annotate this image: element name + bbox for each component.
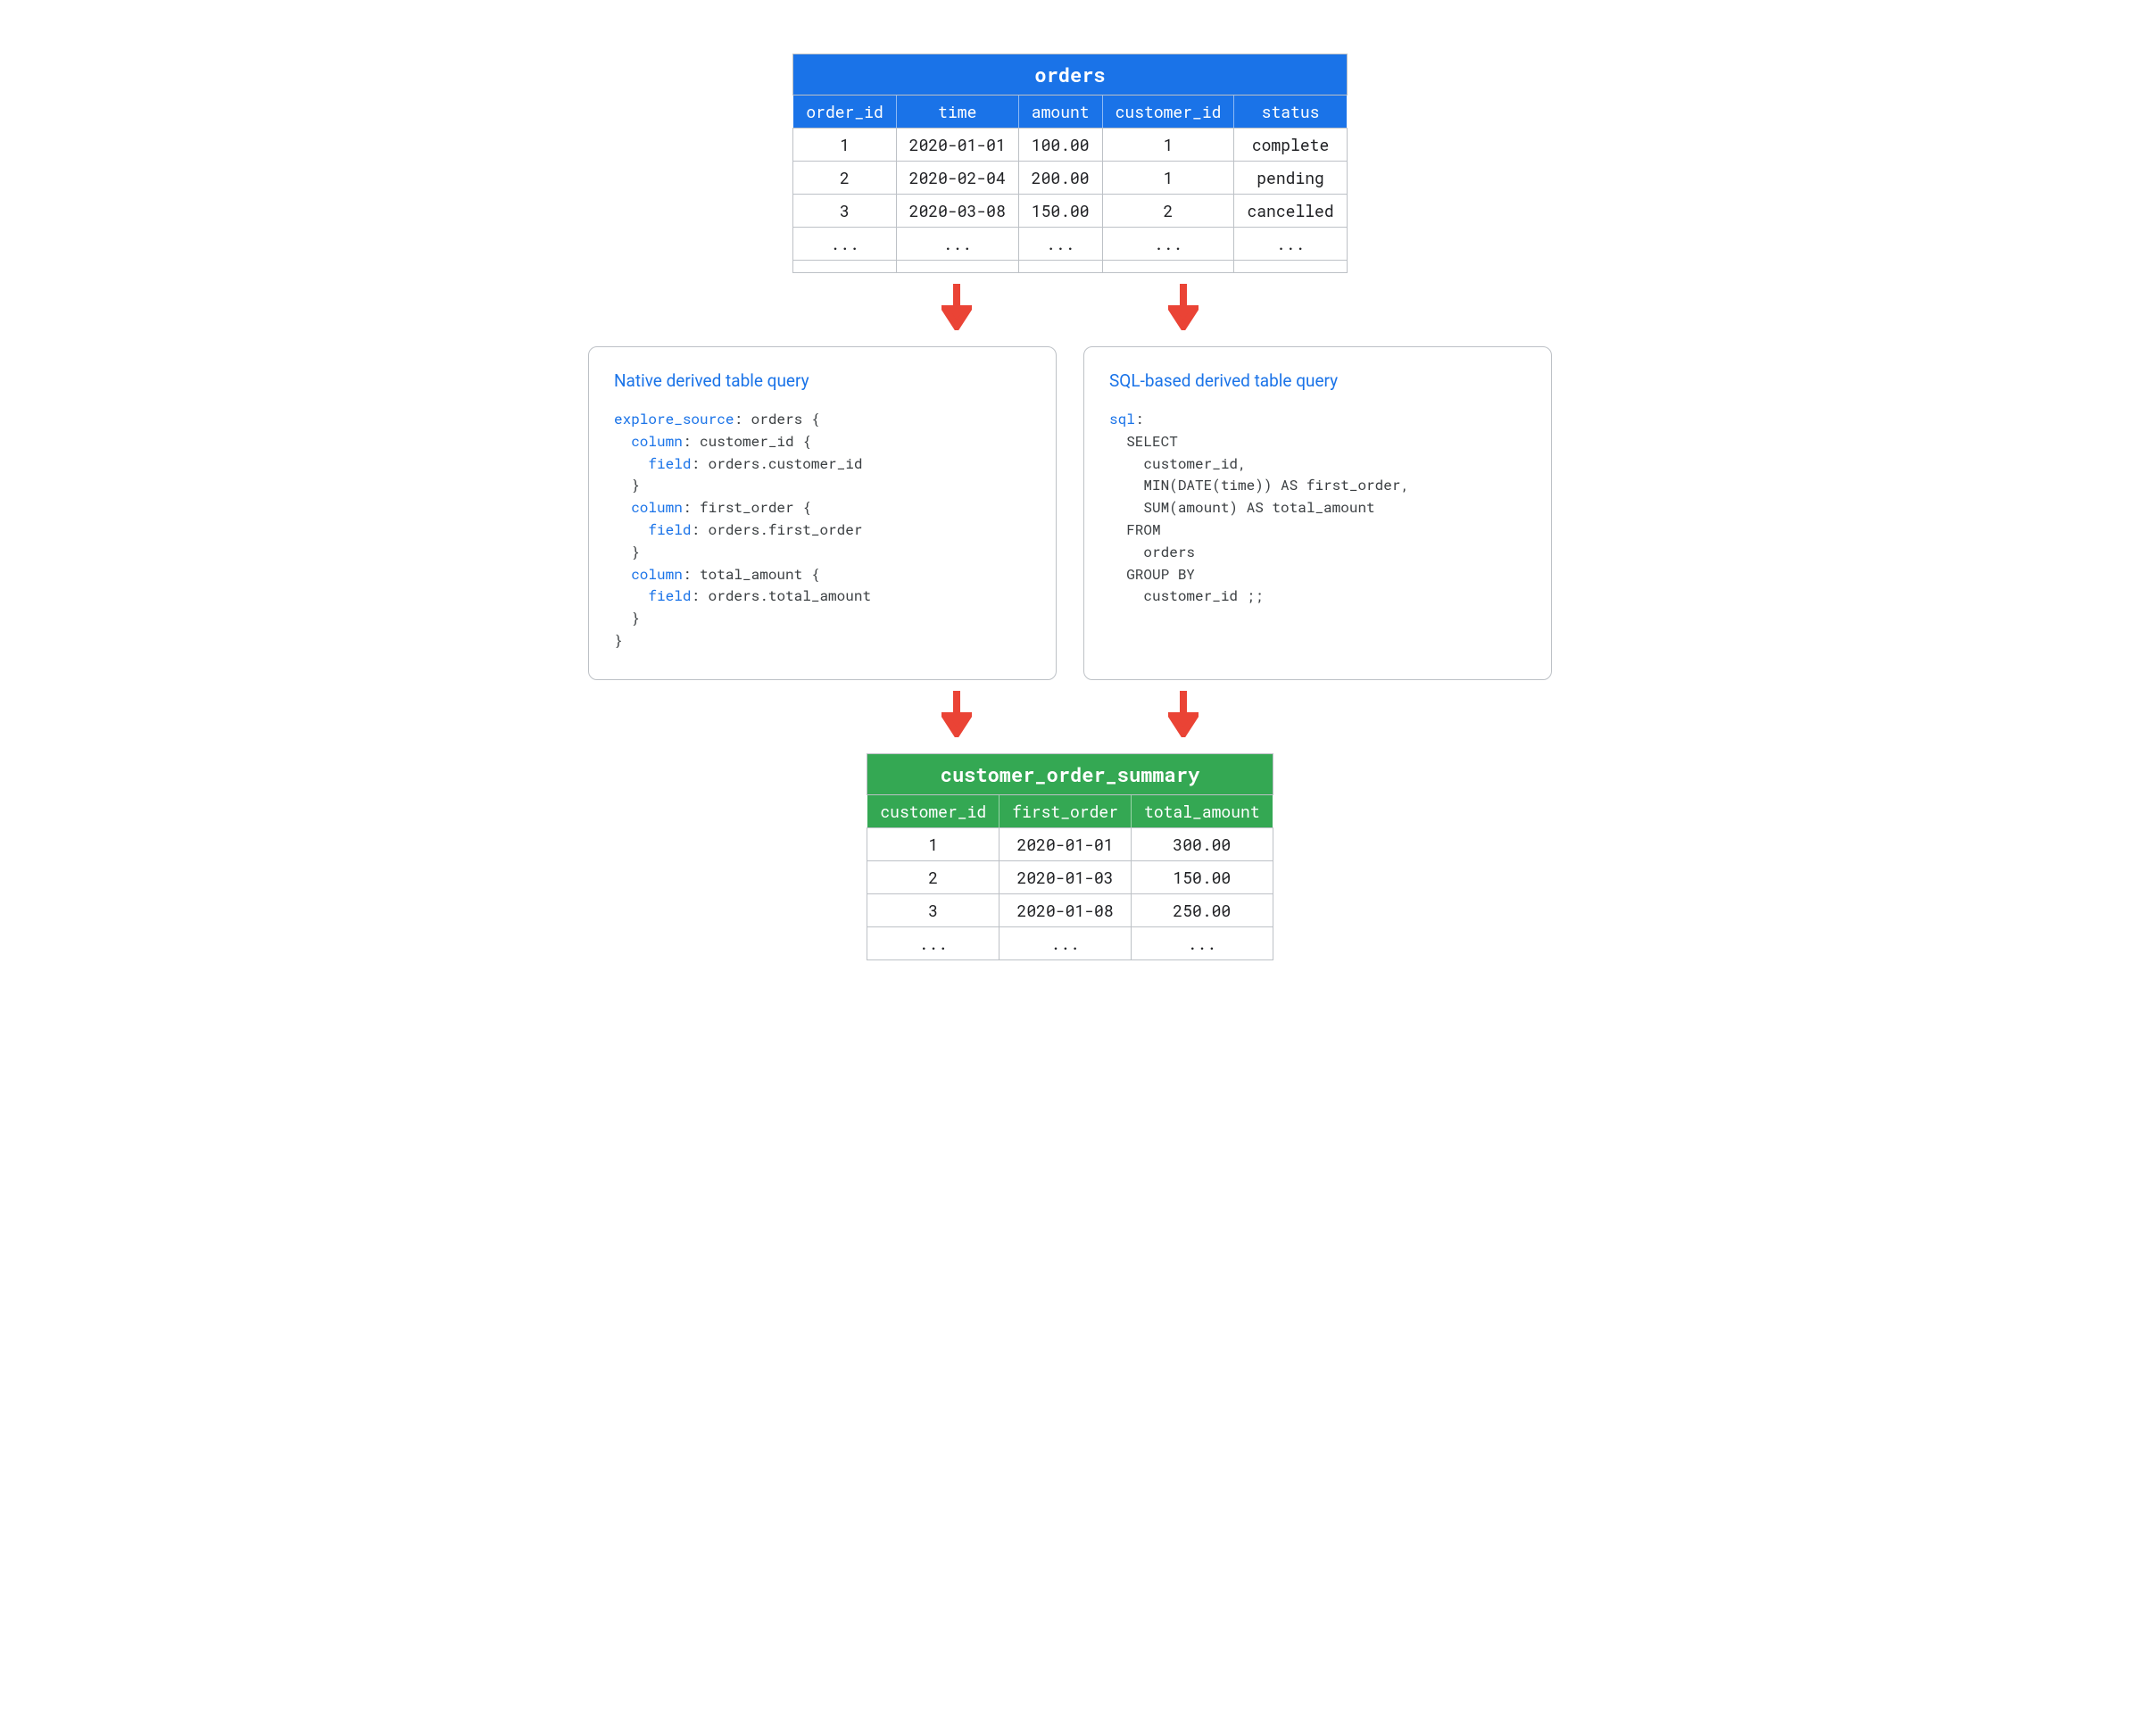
summary-col-first-order: first_order — [999, 794, 1132, 827]
arrow-row-top — [579, 282, 1561, 330]
diagram-canvas: orders order_id time amount customer_id … — [579, 54, 1561, 960]
summary-table-header-row: customer_id first_order total_amount — [867, 794, 1273, 827]
sql-panel-title: SQL-based derived table query — [1109, 370, 1526, 391]
table-row: 2 2020-02-04 200.00 1 pending — [793, 162, 1347, 195]
table-row: 1 2020-01-01 300.00 — [867, 827, 1273, 860]
summary-col-customer-id: customer_id — [867, 794, 999, 827]
table-row: ... ... ... ... ... — [793, 228, 1347, 261]
native-derived-table-panel: Native derived table query explore_sourc… — [588, 346, 1057, 680]
arrow-down-icon — [941, 282, 972, 330]
arrow-row-bottom — [579, 689, 1561, 737]
code-panel-row: Native derived table query explore_sourc… — [588, 346, 1552, 680]
orders-col-customer-id: customer_id — [1102, 96, 1234, 129]
summary-table-title: customer_order_summary — [867, 753, 1273, 794]
arrow-down-icon — [1168, 282, 1199, 330]
table-row-empty — [793, 261, 1347, 273]
summary-col-total-amount: total_amount — [1132, 794, 1273, 827]
orders-table-title: orders — [793, 54, 1347, 96]
table-row: 2 2020-01-03 150.00 — [867, 860, 1273, 893]
orders-col-amount: amount — [1018, 96, 1102, 129]
orders-col-status: status — [1234, 96, 1347, 129]
table-row: 3 2020-03-08 150.00 2 cancelled — [793, 195, 1347, 228]
table-row: 1 2020-01-01 100.00 1 complete — [793, 129, 1347, 162]
customer-order-summary-table: customer_order_summary customer_id first… — [867, 753, 1273, 960]
native-panel-code: explore_source: orders { column: custome… — [614, 409, 1031, 652]
arrow-down-icon — [941, 689, 972, 737]
orders-col-order-id: order_id — [793, 96, 896, 129]
orders-table-header-row: order_id time amount customer_id status — [793, 96, 1347, 129]
orders-col-time: time — [896, 96, 1018, 129]
native-panel-title: Native derived table query — [614, 370, 1031, 391]
table-row: ... ... ... — [867, 926, 1273, 959]
arrow-down-icon — [1168, 689, 1199, 737]
sql-derived-table-panel: SQL-based derived table query sql: SELEC… — [1083, 346, 1552, 680]
table-row: 3 2020-01-08 250.00 — [867, 893, 1273, 926]
sql-panel-code: sql: SELECT customer_id, MIN(DATE(time))… — [1109, 409, 1526, 608]
orders-table: orders order_id time amount customer_id … — [792, 54, 1347, 273]
